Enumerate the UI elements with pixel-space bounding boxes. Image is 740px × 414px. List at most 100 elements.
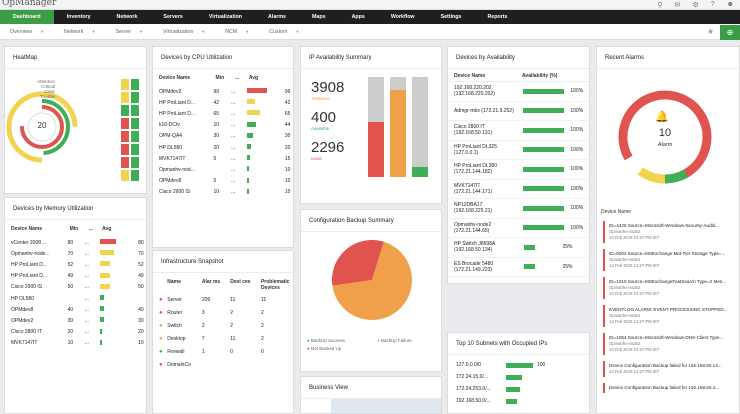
ip-bar[interactable] (390, 90, 406, 177)
col-device-name[interactable]: Device Name (454, 73, 522, 79)
table-row[interactable]: HP DL580... (5, 293, 146, 304)
nav-network[interactable]: Network (104, 10, 151, 24)
alarm-item[interactable]: ID=1010 Source=MSExchangeFastSearch Type… (603, 277, 737, 299)
table-row[interactable]: HP DL580 20... 20 (153, 142, 293, 153)
col-header[interactable]: ... (229, 75, 243, 86)
col-header[interactable]: Device Name (153, 75, 210, 86)
list-item[interactable]: ES Brocade 5480 (172.21.149.223) 25% (448, 258, 589, 277)
list-item[interactable]: HP ProLiant DL325 (127.0.0.1) 100% (448, 141, 589, 160)
device-name[interactable]: Admgr-mbx (172.21.9.252) (454, 108, 523, 114)
table-row[interactable]: ● Server 209 11 11 (153, 293, 293, 306)
user-icon[interactable]: ☻ (727, 1, 734, 9)
alarm-title[interactable]: Device Configuration Backup failed for 1… (609, 363, 737, 368)
table-row[interactable]: Cisco 2800 IT 20... 20 (5, 327, 146, 338)
table-row[interactable]: MVK7147IT 10... 10 (5, 338, 146, 349)
heatmap-cell[interactable] (121, 144, 129, 155)
nav-settings[interactable]: Settings (428, 10, 475, 24)
subnet-name[interactable]: 127.0.0.0/0 (456, 362, 506, 368)
alarm-item[interactable]: Device Configuration Backup failed for 1… (603, 361, 737, 377)
nav-dashboard[interactable]: Dashboard (0, 10, 54, 24)
subnav-network[interactable]: Network ▼ (54, 24, 105, 39)
alarm-title[interactable]: ID=1054 Source=Microsoft-Windows-DNS-Cli… (609, 335, 737, 340)
alarm-title[interactable]: EVENTLOG ALARM: EVENT PROCESSING STOPPED… (609, 307, 737, 312)
list-item[interactable]: Opmanhv-node2 (172.21.144.65) 100% (448, 219, 589, 238)
alarm-title[interactable]: ID=6002 Source=MSExchange Mid-Tier Stora… (609, 251, 737, 256)
list-item[interactable]: 127.0.0.0/0 100 (448, 359, 589, 371)
list-item[interactable]: 192.168.50.0/... (448, 395, 589, 407)
nav-apps[interactable]: Apps (339, 10, 378, 24)
table-row[interactable]: OPM-QA4 30... 30 (153, 131, 293, 142)
nav-servers[interactable]: Servers (150, 10, 195, 24)
list-item[interactable]: HP ProLiant DL380 (172.21.144.182) 100% (448, 160, 589, 180)
table-row[interactable]: ● Router 3 2 2 (153, 306, 293, 319)
heatmap-cell[interactable] (131, 118, 139, 129)
search-icon[interactable]: ⚲ (657, 1, 662, 9)
subnav-server[interactable]: Server ▼ (105, 24, 153, 39)
table-row[interactable]: OPMdev2 30... 30 (5, 315, 146, 326)
subnet-name[interactable]: 172.24.15.0/... (456, 374, 506, 380)
table-row[interactable]: Cisco 2900 IS 50... 50 (5, 282, 146, 293)
heatmap-cell[interactable] (131, 79, 139, 90)
ip-bar[interactable] (368, 122, 384, 177)
table-row[interactable]: Opmanhv-node... 70... 70 (5, 248, 146, 259)
settings-icon[interactable]: ⚙ (692, 1, 698, 9)
list-item[interactable]: Admgr-mbx (172.21.9.252) 100% (448, 102, 589, 121)
subnet-name[interactable]: 192.168.50.0/... (456, 398, 506, 404)
table-row[interactable]: HP ProLiant D... 52... 52 (5, 259, 146, 270)
alarm-title[interactable]: Device Configuration Backup failed for 1… (609, 385, 737, 390)
add-widget-button[interactable]: ⊕ (720, 25, 740, 40)
col-header[interactable]: Device Name (5, 226, 64, 237)
col-availability[interactable]: Availability (%) (522, 73, 557, 79)
nav-maps[interactable]: Maps (299, 10, 339, 24)
heatmap-cell[interactable] (131, 170, 139, 181)
col-header[interactable]: Avg (96, 226, 136, 237)
heatmap-cell[interactable] (121, 131, 129, 142)
table-row[interactable]: OPMdev2 99... 99 (153, 86, 293, 97)
table-row[interactable]: MVK7147IT 5... 15 (153, 153, 293, 164)
list-item[interactable]: HP Switch J8698A (192.168.50.134) 25% (448, 238, 589, 258)
alarm-item[interactable]: EVENTLOG ALARM: EVENT PROCESSING STOPPED… (603, 305, 737, 327)
col-header[interactable]: Alar ms (199, 277, 227, 293)
alarms-col-device[interactable]: Device Name (601, 209, 631, 215)
list-item[interactable]: 192.168.220.202 (192.168.220.202) 100% (448, 82, 589, 102)
table-row[interactable]: ● Switch 2 2 2 (153, 319, 293, 332)
heatmap-cell[interactable] (121, 170, 129, 181)
alarm-item[interactable]: ID=4425 Source=Microsoft-Windows-Securit… (603, 221, 737, 243)
heatmap-cell[interactable] (131, 105, 139, 116)
list-item[interactable]: MVK7147IT (172.21.144.171) 100% (448, 180, 589, 199)
list-item[interactable]: Cisco 2800 IT (192.168.50.131) 100% (448, 121, 589, 141)
col-header[interactable]: ... (83, 226, 96, 237)
nav-alarms[interactable]: Alarms (255, 10, 299, 24)
alarm-item[interactable]: Device Configuration Backup failed for 1… (603, 383, 737, 393)
col-header[interactable]: Min (210, 75, 230, 86)
ip-bar[interactable] (412, 167, 428, 177)
table-row[interactable]: Cisco 2900 IS 10... 10 (153, 187, 293, 198)
list-item[interactable]: 172.24.15.0/... (448, 371, 589, 383)
business-map[interactable] (331, 399, 441, 413)
alarm-title[interactable]: ID=4425 Source=Microsoft-Windows-Securit… (609, 223, 737, 228)
col-header[interactable]: Problematic Devices (258, 277, 293, 293)
table-row[interactable]: HP ProLiant D... 65... 65 (153, 108, 293, 119)
table-row[interactable]: ● Firewall 1 0 0 (153, 345, 293, 358)
nav-reports[interactable]: Reports (474, 10, 520, 24)
nav-virtualization[interactable]: Virtualization (196, 10, 255, 24)
alarm-item[interactable]: ID=6002 Source=MSExchange Mid-Tier Stora… (603, 249, 737, 271)
heatmap-cell[interactable] (121, 118, 129, 129)
subnav-overview[interactable]: Overview ▼ (0, 24, 54, 39)
nav-inventory[interactable]: Inventory (54, 10, 104, 24)
table-row[interactable]: ● Desktop 7 11 2 (153, 332, 293, 345)
col-header[interactable]: Devi ces (227, 277, 258, 293)
table-row[interactable]: Opmanhv-nod...... 10 (153, 164, 293, 175)
table-row[interactable]: HP ProLiant D... 49... 49 (5, 271, 146, 282)
heatmap-cell[interactable] (121, 79, 129, 90)
heatmap-cell[interactable] (131, 92, 139, 103)
subnav-ncm[interactable]: NCM ▼ (215, 24, 259, 39)
star-icon[interactable]: ★ (707, 27, 714, 36)
nav-workflow[interactable]: Workflow (378, 10, 428, 24)
heatmap-cell[interactable] (121, 105, 129, 116)
table-row[interactable]: OPMdev8 40... 40 (5, 304, 146, 315)
col-header[interactable]: Name (164, 277, 199, 293)
subnav-custom[interactable]: Custom ▼ (259, 24, 309, 39)
help-icon[interactable]: ? (711, 1, 715, 9)
heatmap-cell[interactable] (131, 131, 139, 142)
